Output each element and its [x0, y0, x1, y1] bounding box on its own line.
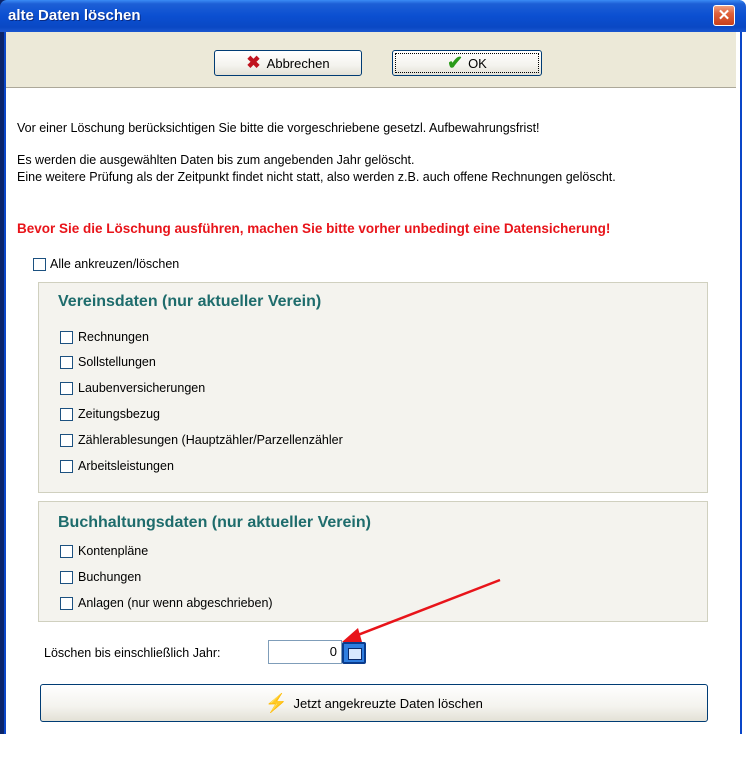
- annotation-arrow: [342, 578, 501, 642]
- delete-button-label: Jetzt angekreuzte Daten löschen: [293, 695, 483, 711]
- lightning-icon: ⚡: [265, 692, 288, 713]
- delete-data-button[interactable]: ⚡ Jetzt angekreuzte Daten löschen: [40, 684, 708, 722]
